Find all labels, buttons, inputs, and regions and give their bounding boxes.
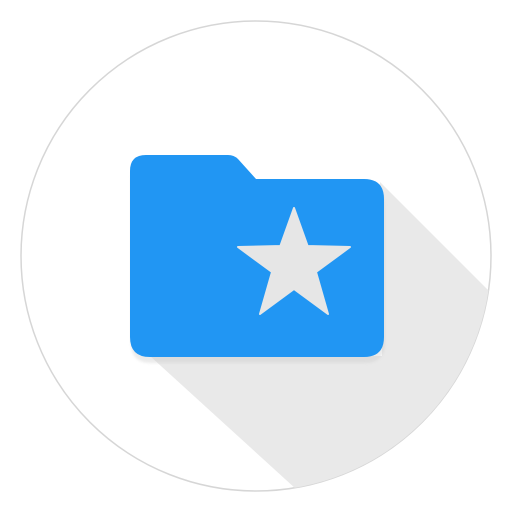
starred-folder-icon [20, 20, 492, 492]
app-icon [0, 0, 512, 512]
